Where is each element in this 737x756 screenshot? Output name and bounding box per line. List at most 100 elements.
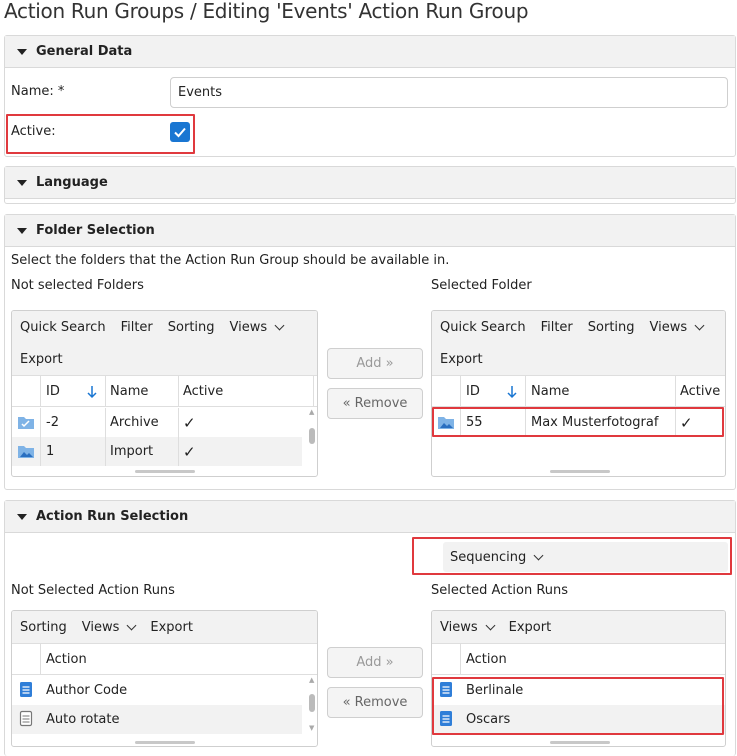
- remove-folder-button[interactable]: « Remove: [327, 388, 423, 419]
- collapse-triangle-icon: [17, 513, 27, 520]
- gray-document-icon: [19, 710, 33, 727]
- cell-name: Import: [110, 444, 154, 459]
- views-label: Views: [81, 619, 120, 635]
- grid-header-row: Action: [432, 643, 725, 675]
- active-label: Active:: [11, 124, 56, 139]
- not-selected-folders-title: Not selected Folders: [11, 278, 144, 293]
- folder-check-icon: [18, 417, 34, 429]
- general-data-section: General Data Name: * Events Active:: [4, 35, 736, 157]
- selected-folders-grid: Quick Search Filter Sorting Views Export…: [431, 310, 726, 477]
- action-run-selection-title: Action Run Selection: [36, 509, 189, 524]
- blue-document-icon: [20, 682, 32, 697]
- remove-action-run-button[interactable]: « Remove: [327, 687, 423, 718]
- sequencing-highlight: [412, 537, 732, 575]
- column-header-action[interactable]: Action: [46, 644, 87, 674]
- collapse-triangle-icon: [17, 179, 27, 186]
- name-label: Name: *: [11, 84, 65, 99]
- cell-active: ✓: [183, 413, 196, 432]
- column-header-action[interactable]: Action: [466, 644, 507, 674]
- views-dropdown[interactable]: Views: [230, 320, 285, 335]
- quick-search-button[interactable]: Quick Search: [440, 320, 526, 335]
- not-selected-action-runs-grid: Sorting Views Export Action Author Code …: [11, 610, 318, 747]
- export-button[interactable]: Export: [20, 352, 63, 367]
- selected-action-runs-highlight: [432, 677, 724, 735]
- folder-image-icon: [18, 446, 34, 458]
- export-button[interactable]: Export: [509, 620, 552, 635]
- column-header-active[interactable]: Active: [183, 376, 223, 406]
- horizontal-scrollbar[interactable]: [550, 470, 610, 473]
- grid-toolbar: Sorting Views Export: [12, 611, 317, 643]
- add-folder-button[interactable]: Add »: [327, 348, 423, 379]
- chevron-down-icon: [126, 620, 137, 630]
- sort-down-arrow-icon: [507, 386, 517, 399]
- views-dropdown[interactable]: Views: [440, 619, 496, 635]
- grid-toolbar: Quick Search Filter Sorting Views: [12, 311, 317, 343]
- checkmark-icon: [174, 127, 186, 138]
- folder-selection-title: Folder Selection: [36, 223, 155, 238]
- grid-toolbar: Views Export: [432, 611, 725, 643]
- cell-action: Author Code: [46, 683, 128, 698]
- cell-name: Archive: [110, 415, 159, 430]
- export-button[interactable]: Export: [440, 352, 483, 367]
- grid-toolbar-row2: Export: [432, 343, 725, 375]
- selected-action-runs-title: Selected Action Runs: [431, 583, 569, 598]
- sorting-button[interactable]: Sorting: [20, 620, 67, 635]
- chevron-down-icon: [274, 320, 285, 330]
- vertical-scrollbar[interactable]: ▲: [308, 408, 316, 466]
- quick-search-button[interactable]: Quick Search: [20, 320, 106, 335]
- cell-active: ✓: [183, 442, 196, 461]
- language-section: Language: [4, 166, 736, 204]
- folder-selection-header[interactable]: Folder Selection: [5, 215, 735, 247]
- grid-header-row: Action: [12, 643, 317, 675]
- not-selected-action-runs-title: Not Selected Action Runs: [11, 583, 175, 598]
- general-data-header[interactable]: General Data: [5, 36, 735, 68]
- export-button[interactable]: Export: [150, 620, 193, 635]
- grid-toolbar-row2: Export: [12, 343, 317, 375]
- list-item[interactable]: Author Code: [12, 676, 302, 705]
- grid-header-row: ID Name Active: [432, 375, 725, 407]
- views-dropdown[interactable]: Views: [649, 319, 705, 335]
- views-dropdown[interactable]: Views: [81, 619, 137, 635]
- column-header-id[interactable]: ID: [466, 376, 480, 406]
- cell-action: Auto rotate: [46, 712, 120, 727]
- name-input[interactable]: Events: [170, 77, 728, 108]
- active-checkbox[interactable]: [170, 122, 190, 142]
- folder-description: Select the folders that the Action Run G…: [11, 253, 450, 268]
- views-label: Views: [440, 619, 478, 635]
- filter-button[interactable]: Filter: [541, 320, 573, 335]
- horizontal-scrollbar[interactable]: [550, 741, 610, 744]
- cell-id: 1: [46, 444, 55, 459]
- selected-folder-title: Selected Folder: [431, 278, 532, 293]
- folder-selection-section: Folder Selection Select the folders that…: [4, 214, 736, 490]
- chevron-down-icon: [694, 320, 705, 330]
- table-row[interactable]: 1 Import ✓: [12, 437, 302, 466]
- table-row[interactable]: -2 Archive ✓: [12, 408, 302, 437]
- sorting-button[interactable]: Sorting: [588, 320, 635, 335]
- add-action-run-button[interactable]: Add »: [327, 647, 423, 678]
- collapse-triangle-icon: [17, 227, 27, 234]
- filter-button[interactable]: Filter: [121, 320, 153, 335]
- not-selected-folders-grid: Quick Search Filter Sorting Views Export…: [11, 310, 318, 477]
- column-header-name[interactable]: Name: [531, 376, 569, 406]
- language-title: Language: [36, 175, 108, 190]
- language-header[interactable]: Language: [5, 167, 735, 199]
- grid-header-row: ID Name Active: [12, 375, 317, 407]
- vertical-scrollbar[interactable]: ▲ ▼: [308, 676, 316, 736]
- chevron-down-icon: [485, 620, 496, 630]
- horizontal-scrollbar[interactable]: [135, 741, 195, 744]
- sorting-button[interactable]: Sorting: [168, 320, 215, 335]
- cell-id: -2: [46, 415, 59, 430]
- column-header-active[interactable]: Active: [680, 376, 720, 406]
- action-run-selection-header[interactable]: Action Run Selection: [5, 501, 735, 533]
- horizontal-scrollbar[interactable]: [135, 470, 195, 473]
- sort-down-arrow-icon: [87, 386, 97, 399]
- list-item[interactable]: Auto rotate: [12, 705, 302, 734]
- general-data-title: General Data: [36, 44, 133, 59]
- views-label: Views: [649, 319, 688, 335]
- collapse-triangle-icon: [17, 48, 27, 55]
- action-run-selection-section: Action Run Selection Sequencing Not Sele…: [4, 500, 736, 756]
- selected-folder-highlight: [432, 407, 724, 437]
- column-header-name[interactable]: Name: [110, 376, 148, 406]
- page-title: Action Run Groups / Editing 'Events' Act…: [4, 0, 529, 23]
- column-header-id[interactable]: ID: [46, 376, 60, 406]
